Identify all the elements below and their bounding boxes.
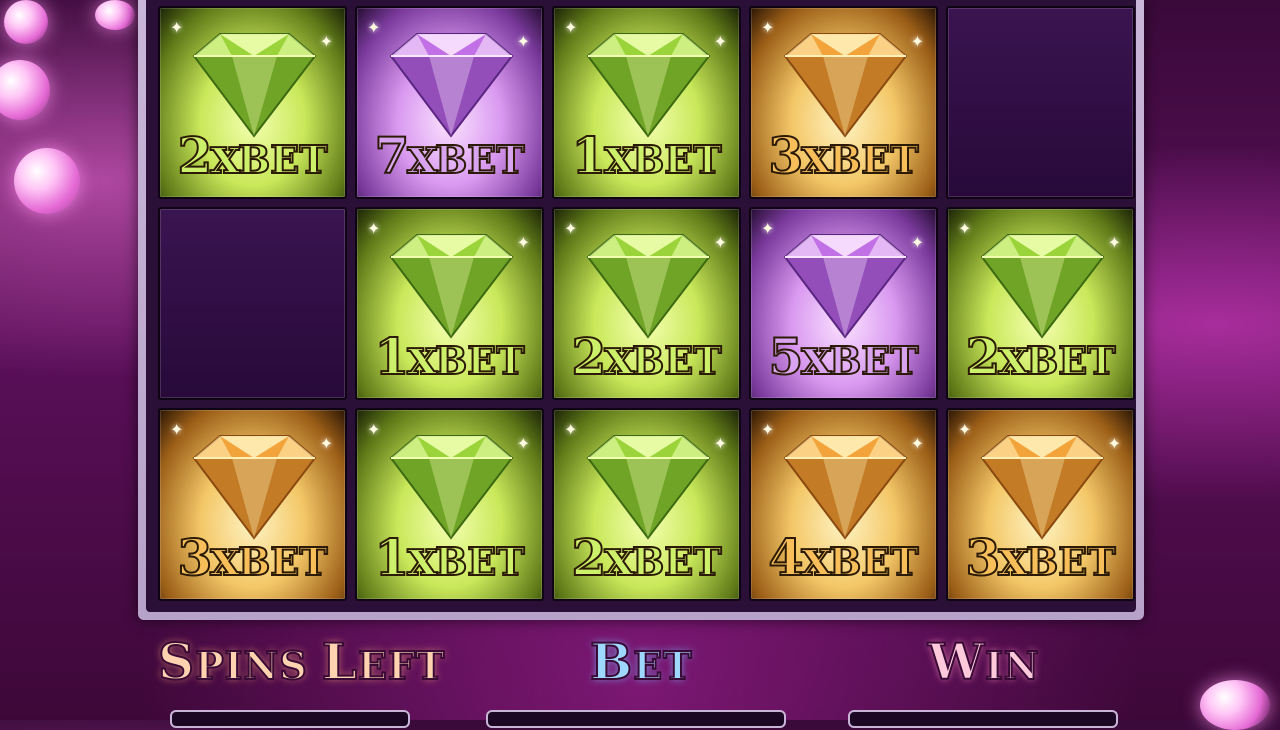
background-gem: [1200, 680, 1270, 730]
diamond-symbol-cell: ✦ ✦ 4xBET: [749, 408, 938, 601]
bet-field: [486, 710, 786, 728]
multiplier-label: 2xBET: [177, 125, 329, 186]
reel-area: ✦ ✦ 2xBET ✦ ✦ 7xBET ✦ ✦ 1xBET ✦ ✦ 3xBET ✦ ✦ 1xBET ✦ ✦ 2xB…: [146, 0, 1136, 612]
sparkle-icon: ✦: [713, 434, 727, 453]
diamond-icon: [192, 33, 317, 138]
diamond-icon: [980, 234, 1105, 339]
multiplier-label: 7xBET: [374, 125, 526, 186]
multiplier-label: 2xBET: [571, 326, 723, 387]
sparkle-icon: ✦: [564, 420, 578, 439]
sparkle-icon: ✦: [1107, 434, 1121, 453]
multiplier-label: 3xBET: [768, 125, 920, 186]
multiplier-label: 3xBET: [965, 527, 1117, 588]
sparkle-icon: ✦: [516, 32, 530, 51]
sparkle-icon: ✦: [516, 233, 530, 252]
sparkle-icon: ✦: [367, 219, 381, 238]
sparkle-icon: ✦: [319, 32, 333, 51]
sparkle-icon: ✦: [761, 219, 775, 238]
sparkle-icon: ✦: [910, 32, 924, 51]
diamond-symbol-cell: ✦ ✦ 3xBET: [946, 408, 1135, 601]
win-field: [848, 710, 1118, 728]
diamond-symbol-cell: ✦ ✦ 2xBET: [158, 6, 347, 199]
sparkle-icon: ✦: [564, 18, 578, 37]
sparkle-icon: ✦: [958, 420, 972, 439]
diamond-symbol-cell: ✦ ✦ 2xBET: [552, 408, 741, 601]
sparkle-icon: ✦: [564, 219, 578, 238]
sparkle-icon: ✦: [910, 233, 924, 252]
win-label: WIN: [927, 631, 1040, 692]
diamond-icon: [389, 234, 514, 339]
diamond-icon: [783, 234, 908, 339]
sparkle-icon: ✦: [170, 18, 184, 37]
diamond-symbol-cell: ✦ ✦ 1xBET: [355, 408, 544, 601]
diamond-icon: [783, 33, 908, 138]
bet-label: BET: [589, 631, 693, 692]
diamond-symbol-cell: ✦ ✦ 1xBET: [355, 207, 544, 400]
sparkle-icon: ✦: [958, 219, 972, 238]
diamond-symbol-cell: ✦ ✦ 1xBET: [552, 6, 741, 199]
diamond-icon: [586, 33, 711, 138]
sparkle-icon: ✦: [761, 18, 775, 37]
sparkle-icon: ✦: [367, 420, 381, 439]
reel-grid: ✦ ✦ 2xBET ✦ ✦ 7xBET ✦ ✦ 1xBET ✦ ✦ 3xBET ✦ ✦ 1xBET ✦ ✦ 2xB…: [158, 6, 1135, 601]
empty-reel-cell: [158, 207, 347, 400]
multiplier-label: 2xBET: [965, 326, 1117, 387]
background-gem: [4, 0, 48, 44]
diamond-symbol-cell: ✦ ✦ 2xBET: [552, 207, 741, 400]
diamond-icon: [980, 435, 1105, 540]
background-gem: [95, 0, 135, 30]
spins-left-label: SPINS LEFT: [157, 631, 446, 692]
sparkle-icon: ✦: [319, 434, 333, 453]
sparkle-icon: ✦: [367, 18, 381, 37]
sparkle-icon: ✦: [761, 420, 775, 439]
spins-left-field: [170, 710, 410, 728]
diamond-symbol-cell: ✦ ✦ 3xBET: [749, 6, 938, 199]
diamond-icon: [192, 435, 317, 540]
multiplier-label: 2xBET: [571, 527, 723, 588]
slot-board: ✦ ✦ 2xBET ✦ ✦ 7xBET ✦ ✦ 1xBET ✦ ✦ 3xBET ✦ ✦ 1xBET ✦ ✦ 2xB…: [138, 0, 1144, 620]
diamond-icon: [389, 435, 514, 540]
empty-reel-cell: [946, 6, 1135, 199]
diamond-symbol-cell: ✦ ✦ 5xBET: [749, 207, 938, 400]
diamond-symbol-cell: ✦ ✦ 2xBET: [946, 207, 1135, 400]
multiplier-label: 4xBET: [768, 527, 920, 588]
background-gem: [0, 60, 50, 120]
multiplier-label: 3xBET: [177, 527, 329, 588]
sparkle-icon: ✦: [713, 32, 727, 51]
diamond-symbol-cell: ✦ ✦ 7xBET: [355, 6, 544, 199]
background-gem: [14, 148, 80, 214]
sparkle-icon: ✦: [170, 420, 184, 439]
multiplier-label: 1xBET: [374, 326, 526, 387]
sparkle-icon: ✦: [713, 233, 727, 252]
diamond-icon: [586, 435, 711, 540]
diamond-icon: [586, 234, 711, 339]
sparkle-icon: ✦: [516, 434, 530, 453]
sparkle-icon: ✦: [910, 434, 924, 453]
diamond-symbol-cell: ✦ ✦ 3xBET: [158, 408, 347, 601]
multiplier-label: 5xBET: [768, 326, 920, 387]
diamond-icon: [389, 33, 514, 138]
multiplier-label: 1xBET: [374, 527, 526, 588]
diamond-icon: [783, 435, 908, 540]
sparkle-icon: ✦: [1107, 233, 1121, 252]
multiplier-label: 1xBET: [571, 125, 723, 186]
